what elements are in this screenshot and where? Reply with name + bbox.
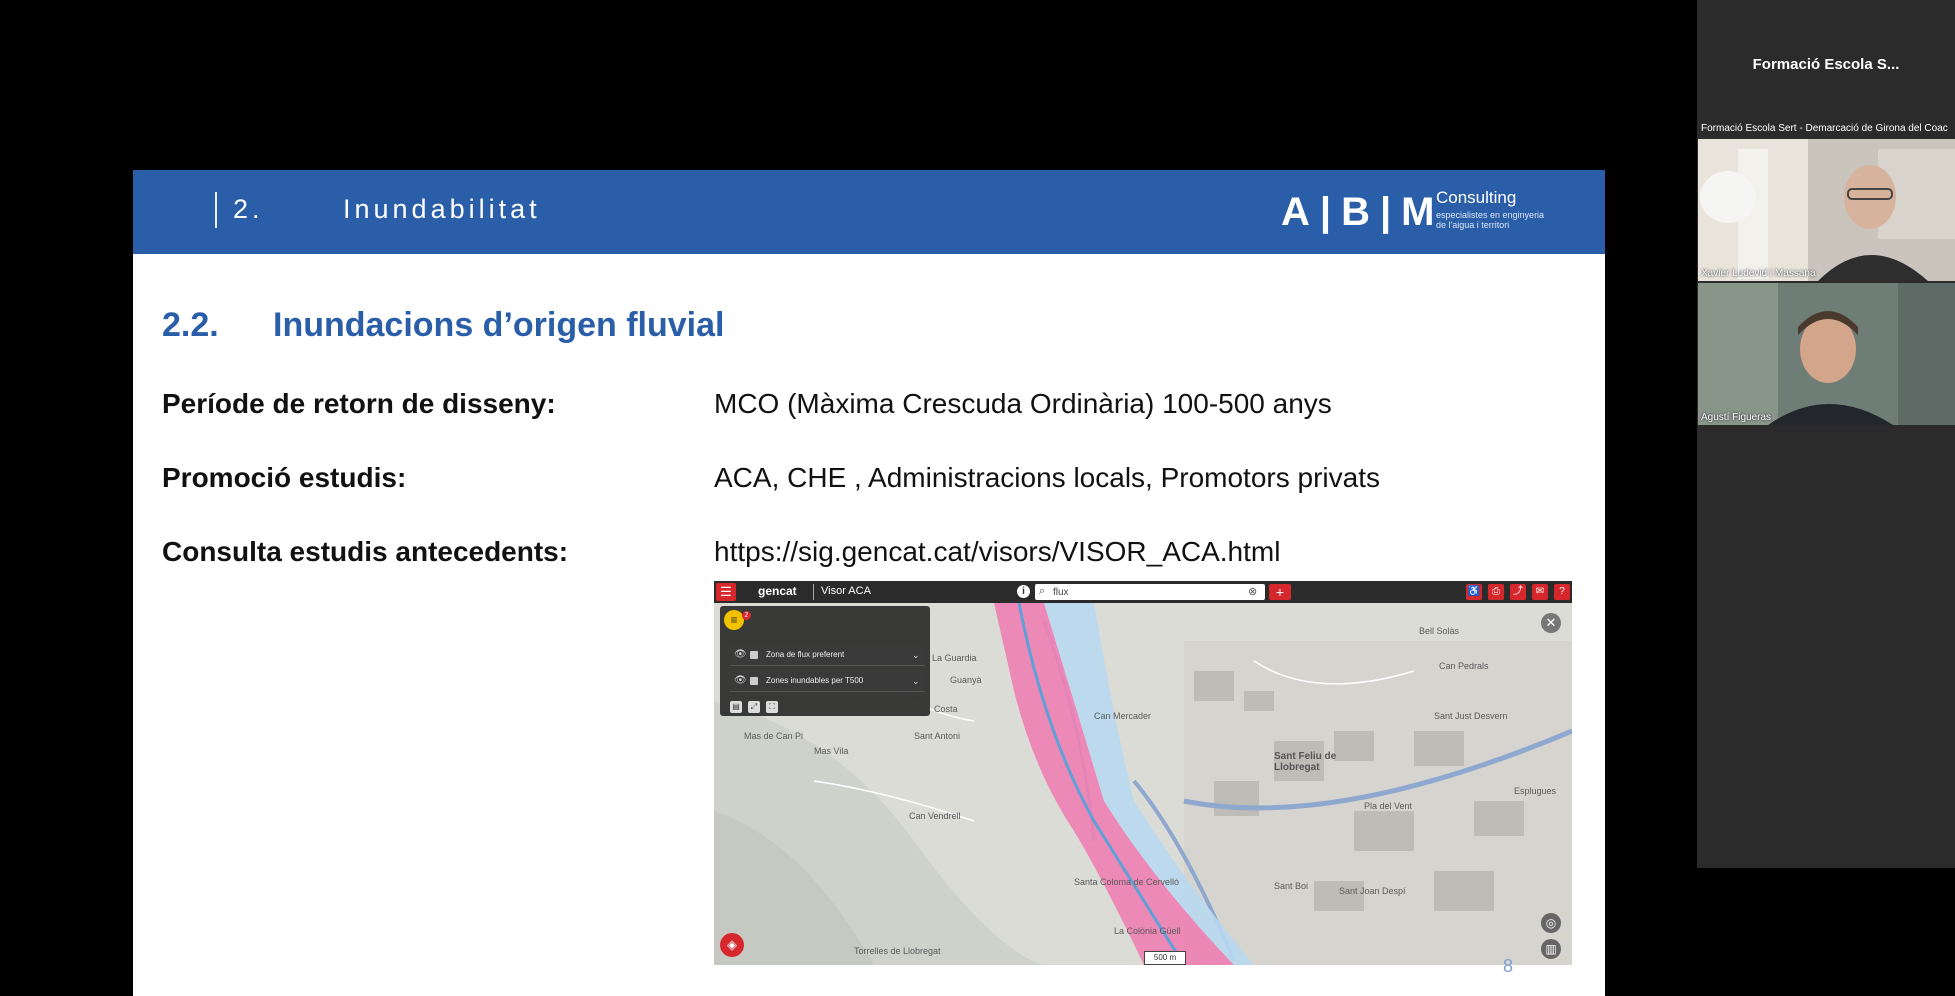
participant-video — [1698, 283, 1955, 425]
participant-name: Agustí Figueras — [1701, 412, 1772, 423]
map-place-label: Bell Solàs — [1419, 626, 1460, 636]
meeting-title: Formació Escola S... — [1752, 56, 1900, 73]
map-place-label: Mas de Can Pi — [744, 731, 804, 741]
eye-icon[interactable]: 👁 — [734, 645, 747, 665]
help-icon[interactable]: ? — [1554, 584, 1570, 600]
layer-row[interactable]: 👁 Zona de flux preferent ⌄ — [730, 645, 925, 666]
map-place-label: Sant Joan Despí — [1339, 886, 1406, 896]
layers-stack-icon[interactable]: ◈ — [720, 933, 744, 957]
mail-icon[interactable]: ✉ — [1532, 584, 1548, 600]
info-icon[interactable]: i — [1017, 585, 1030, 598]
shared-slide: 2. Inundabilitat A|B|M Consulting especi… — [133, 170, 1605, 996]
map-place-label: Mas Vila — [814, 746, 849, 756]
map-place-label: Sant Just Desvern — [1434, 711, 1508, 721]
share-icon[interactable]: ⤴ — [1510, 584, 1526, 600]
section-divider — [215, 192, 217, 228]
return-period-value: MCO (Màxima Crescuda Ordinària) 100-500 … — [714, 388, 1332, 419]
subsection-title: Inundacions d’origen fluvial — [273, 306, 725, 344]
chevron-down-icon[interactable]: ⌄ — [912, 645, 920, 665]
screen-share-owner: Formació Escola Sert - Demarcació de Gir… — [1701, 123, 1948, 134]
layer-row[interactable]: 👁 Zones inundables per T500 ⌄ — [730, 671, 925, 692]
layer-legend-icon — [750, 651, 758, 659]
map-place-label: Can Mercader — [1094, 711, 1152, 721]
subsection-number: 2.2. — [162, 306, 219, 344]
visor-title: Visor ACA — [821, 585, 871, 597]
map-place-label: Sant Feliu de Llobregat — [1274, 751, 1337, 773]
slide-header: 2. Inundabilitat A|B|M Consulting especi… — [133, 170, 1605, 254]
accessibility-icon[interactable]: ♿ — [1466, 584, 1482, 600]
chevron-down-icon[interactable]: ⌄ — [912, 671, 920, 691]
previous-studies-link: https://sig.gencat.cat/visors/VISOR_ACA.… — [714, 536, 1281, 567]
map-place-label: Esplugues — [1514, 786, 1557, 796]
participant-video-tile[interactable]: Xavier Ludevid i Massana — [1698, 139, 1955, 281]
search-icon: ⌕ — [1039, 585, 1046, 597]
map-place-label: La Colònia Güell — [1114, 926, 1181, 936]
map-place-label: Sant Antoni — [914, 731, 961, 741]
map-place-label: Sant Boi — [1274, 881, 1309, 891]
return-period-label: Període de retorn de disseny: — [162, 388, 556, 419]
locate-icon[interactable]: ◎ — [1541, 913, 1561, 933]
eye-icon[interactable]: 👁 — [734, 671, 747, 691]
basemap-icon[interactable]: ▥ — [1541, 939, 1561, 959]
layer-name: Zones inundables per T500 — [766, 676, 864, 685]
map-place-label: Guanyà — [950, 675, 982, 685]
layers-panel: ≡ 2 👁 Zona de flux preferent ⌄ 👁 Zones i… — [720, 606, 930, 716]
participants-panel: Formació Escola S... Formació Escola Ser… — [1697, 0, 1955, 868]
menu-icon[interactable]: ☰ — [716, 583, 736, 601]
toolbar-divider — [813, 584, 814, 600]
close-icon[interactable]: ✕ — [1541, 613, 1561, 633]
map-place-label: Can Pedrals — [1439, 661, 1489, 671]
previous-studies-label: Consulta estudis antecedents: — [162, 536, 569, 567]
add-button[interactable]: + — [1269, 584, 1291, 600]
layers-count-badge: 2 — [742, 611, 751, 620]
map-search-box: ⌕ ⊗ — [1035, 584, 1265, 600]
map-viewer-screenshot: ☰ gencat Visor ACA i ⌕ ⊗ + ♿ ⎙ ⤴ ✉ ? ≡ 2… — [714, 581, 1572, 965]
participant-video-tile[interactable]: Agustí Figueras — [1698, 283, 1955, 425]
clear-search-icon[interactable]: ⊗ — [1248, 585, 1257, 598]
participant-name: Xavier Ludevid i Massana — [1701, 268, 1816, 279]
map-place-label: Torrelles de Llobregat — [854, 946, 941, 956]
map-toolbar: ☰ gencat Visor ACA i ⌕ ⊗ + ♿ ⎙ ⤴ ✉ ? — [714, 581, 1572, 603]
map-place-label: Can Vendrell — [909, 811, 961, 821]
layers-icon[interactable]: ≡ 2 — [724, 610, 751, 630]
scale-bar: 500 m — [1144, 951, 1186, 965]
abm-logo-tagline: especialistes en enginyeria de l'aigua i… — [1436, 210, 1545, 230]
map-place-label: Costa — [934, 704, 958, 714]
section-title: Inundabilitat — [343, 194, 541, 224]
map-place-label: Pla del Vent — [1364, 801, 1413, 811]
layer-legend-icon — [750, 677, 758, 685]
abm-logo: A|B|M Consulting especialistes en enginy… — [1281, 186, 1561, 240]
table-icon[interactable]: ▤ — [730, 701, 742, 713]
studies-promotion-value: ACA, CHE , Administracions locals, Promo… — [714, 462, 1380, 493]
expand-icon[interactable]: ⤢ — [748, 701, 760, 713]
map-place-label: La Guardia — [932, 653, 977, 663]
fullscreen-icon[interactable]: ⛶ — [766, 701, 778, 713]
section-number: 2. — [233, 194, 264, 224]
print-icon[interactable]: ⎙ — [1488, 584, 1504, 600]
studies-promotion-label: Promoció estudis: — [162, 462, 407, 493]
map-search-input[interactable] — [1053, 584, 1233, 600]
abm-logo-letters: A|B|M — [1281, 190, 1445, 234]
abm-logo-brand: Consulting — [1436, 188, 1517, 207]
gencat-logo: gencat — [758, 584, 797, 598]
layer-name: Zona de flux preferent — [766, 650, 845, 659]
map-place-label: Santa Coloma de Cervelló — [1074, 877, 1180, 887]
participant-video — [1698, 139, 1955, 281]
page-number: 8 — [1503, 956, 1514, 976]
